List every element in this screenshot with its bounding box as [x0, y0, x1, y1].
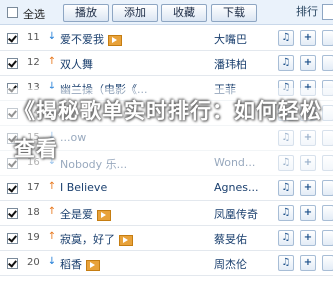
add-button[interactable]: 添加	[112, 4, 158, 22]
row-checkbox[interactable]	[7, 208, 18, 219]
play-button[interactable]: 播放	[63, 4, 109, 22]
headline-text: 《揭秘歌单实时排行：如何轻松查看	[14, 99, 322, 161]
row-checkbox[interactable]	[7, 258, 18, 269]
toolbar: 全选 播放 添加 收藏 下载 排行	[0, 0, 333, 25]
more-button[interactable]	[322, 30, 333, 46]
collect-button[interactable]: 收藏	[161, 4, 207, 22]
trend-up-icon: ↑	[47, 181, 57, 192]
song-title: 稻香	[60, 258, 82, 271]
headphones-icon[interactable]: ♫	[278, 255, 294, 271]
add-icon[interactable]: +	[300, 255, 316, 271]
artist-link[interactable]: 潘玮柏	[214, 56, 247, 72]
trend-up-icon: ↑	[47, 206, 57, 217]
table-row[interactable]: 12 ↑ 双人舞 潘玮柏 ♫ +	[0, 51, 333, 76]
more-button[interactable]	[322, 205, 333, 221]
mv-icon[interactable]	[97, 209, 111, 221]
song-title-link[interactable]: 稻香	[60, 256, 100, 272]
select-all-checkbox[interactable]	[7, 7, 18, 18]
trend-down-icon: ↓	[47, 31, 57, 42]
table-row[interactable]: 11 ↓ 爱不爱我 大嘴巴 ♫ +	[0, 26, 333, 51]
row-checkbox[interactable]	[7, 183, 18, 194]
headphones-icon[interactable]: ♫	[278, 230, 294, 246]
headphones-icon[interactable]: ♫	[278, 55, 294, 71]
add-icon[interactable]: +	[300, 205, 316, 221]
song-title: 双人舞	[60, 58, 93, 71]
mv-icon[interactable]	[108, 34, 122, 46]
more-button[interactable]	[322, 180, 333, 196]
table-row[interactable]: 20 ↓ 稻香 周杰伦 ♫ +	[0, 251, 333, 276]
rank-number: 11	[27, 32, 40, 43]
rank-number: 18	[27, 207, 40, 218]
more-button[interactable]	[322, 255, 333, 271]
song-title: 寂寞，好了	[60, 233, 115, 246]
song-title-link[interactable]: 全是爱	[60, 206, 111, 222]
song-title-link[interactable]: 爱不爱我	[60, 31, 122, 47]
headphones-icon[interactable]: ♫	[278, 180, 294, 196]
artist-link[interactable]: Agnes...	[214, 181, 258, 194]
add-icon[interactable]: +	[300, 55, 316, 71]
song-title-link[interactable]: 双人舞	[60, 56, 93, 72]
mv-icon[interactable]	[119, 234, 133, 246]
trend-down-icon: ↓	[47, 256, 57, 267]
add-icon[interactable]: +	[300, 180, 316, 196]
artist-link[interactable]: 蔡旻佑	[214, 231, 247, 247]
rank-header: 排行	[296, 5, 318, 18]
artist-link[interactable]: 大嘴巴	[214, 31, 247, 47]
trend-up-icon: ↑	[47, 231, 57, 242]
add-icon[interactable]: +	[300, 230, 316, 246]
table-row[interactable]: 17 ↑ I Believe Agnes... ♫ +	[0, 176, 333, 201]
add-icon[interactable]: +	[300, 30, 316, 46]
trend-up-icon: ↑	[47, 56, 57, 67]
row-checkbox[interactable]	[7, 233, 18, 244]
artist-link[interactable]: 凤凰传奇	[214, 206, 258, 222]
mv-icon[interactable]	[86, 259, 100, 271]
row-checkbox[interactable]	[7, 33, 18, 44]
table-row[interactable]: 18 ↑ 全是爱 凤凰传奇 ♫ +	[0, 201, 333, 226]
song-title: 爱不爱我	[60, 33, 104, 46]
row-checkbox[interactable]	[7, 58, 18, 69]
download-button[interactable]: 下载	[211, 4, 257, 22]
rank-number: 20	[27, 257, 40, 268]
song-title-link[interactable]: I Believe	[60, 181, 107, 194]
rank-number: 12	[27, 57, 40, 68]
more-button[interactable]	[322, 55, 333, 71]
artist-link[interactable]: 周杰伦	[214, 256, 247, 272]
song-title: I Believe	[60, 181, 108, 194]
select-all-label: 全选	[23, 8, 45, 21]
song-title: 全是爱	[60, 208, 93, 221]
rank-header-scroll[interactable]	[322, 4, 333, 20]
song-title-link[interactable]: 寂寞，好了	[60, 231, 133, 247]
rank-number: 17	[27, 182, 40, 193]
more-button[interactable]	[322, 230, 333, 246]
table-row[interactable]: 19 ↑ 寂寞，好了 蔡旻佑 ♫ +	[0, 226, 333, 251]
rank-number: 19	[27, 232, 40, 243]
headphones-icon[interactable]: ♫	[278, 30, 294, 46]
headphones-icon[interactable]: ♫	[278, 205, 294, 221]
